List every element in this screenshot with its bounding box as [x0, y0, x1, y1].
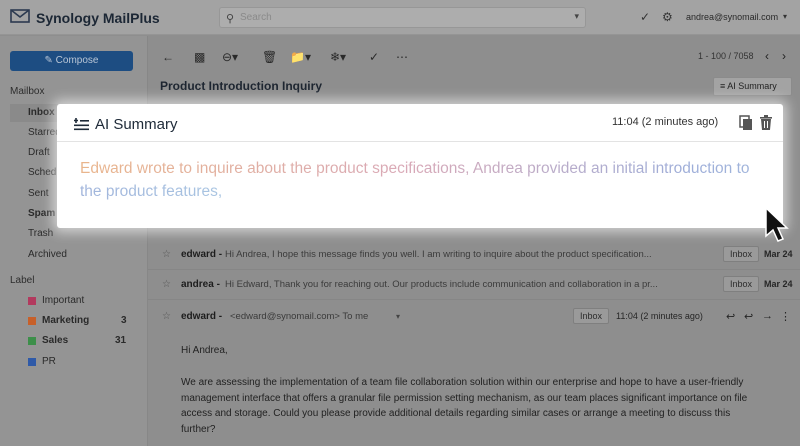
sidebar-item-starred[interactable]: Starred — [28, 127, 61, 138]
archive-icon[interactable]: ▩ — [194, 50, 205, 64]
mailbox-header: Mailbox — [10, 86, 45, 97]
search-options-chevron-icon[interactable]: ▾ — [574, 11, 579, 22]
inbox-tag: Inbox — [723, 276, 760, 292]
thread-subject: Product Introduction Inquiry — [160, 79, 322, 93]
label-name: PR — [42, 356, 56, 367]
mouse-pointer-icon — [765, 206, 789, 242]
label-color-swatch — [28, 297, 36, 305]
sidebar-item-inbox[interactable]: Inbox — [28, 107, 55, 118]
sidebar-item-draft[interactable]: Draft — [28, 147, 50, 158]
reply-all-icon[interactable]: ↩ — [744, 310, 753, 323]
label-name: Marketing — [42, 315, 90, 326]
mark-read-icon[interactable]: ✓ — [369, 50, 379, 64]
checklist-icon[interactable]: ✓ — [640, 10, 650, 24]
block-icon[interactable]: ⊖▾ — [222, 50, 238, 64]
message-row[interactable]: ☆ andrea - Hi Edward, Thank you for reac… — [148, 270, 800, 300]
copy-icon[interactable] — [739, 115, 753, 131]
forward-icon[interactable]: → — [762, 310, 773, 322]
message-body: We are assessing the implementation of a… — [181, 377, 748, 435]
label-name: Important — [42, 295, 85, 306]
account-email[interactable]: andrea@synomail.com — [686, 12, 778, 22]
trash-icon[interactable] — [759, 115, 773, 131]
label-color-swatch — [28, 358, 36, 366]
sidebar: ✎ Compose Mailbox Inbox Starred Draft Sc… — [0, 36, 148, 446]
message-snippet: Hi Edward, Thank you for reaching out. O… — [225, 279, 658, 290]
sidebar-item-sent[interactable]: Sent — [28, 188, 49, 199]
sidebar-item-trash[interactable]: Trash — [28, 228, 53, 239]
compose-label: Compose — [55, 55, 99, 66]
search-icon: ⚲ — [226, 13, 235, 25]
prev-page-icon[interactable]: ‹ — [765, 49, 769, 63]
tag-icon[interactable]: ❄▾ — [330, 50, 346, 64]
summary-list-icon — [74, 118, 89, 131]
label-header: Label — [10, 275, 35, 286]
message-greeting: Hi Andrea, — [181, 345, 228, 356]
recipients-chevron-icon[interactable]: ▾ — [396, 312, 400, 321]
sidebar-item-archived[interactable]: Archived — [28, 249, 67, 260]
search-box[interactable]: ⚲ Search ▾ — [219, 7, 586, 28]
more-icon[interactable]: ⋮ — [780, 310, 791, 323]
inbox-tag: Inbox — [723, 246, 760, 262]
account-chevron-icon[interactable]: ▾ — [783, 12, 787, 21]
star-icon[interactable]: ☆ — [162, 249, 171, 260]
star-icon[interactable]: ☆ — [162, 279, 171, 290]
message-snippet: Hi Andrea, I hope this message finds you… — [225, 249, 652, 260]
next-page-icon[interactable]: › — [782, 49, 786, 63]
label-count-sales: 31 — [115, 335, 127, 346]
label-color-swatch — [28, 317, 36, 325]
inbox-tag: Inbox — [573, 308, 610, 324]
open-message: ☆ edward - <edward@synomail.com> To me ▾… — [148, 302, 800, 446]
ai-summary-title: AI Summary — [95, 116, 178, 133]
move-folder-icon[interactable]: 📁▾ — [290, 50, 311, 64]
ai-summary-panel: AI Summary 11:04 (2 minutes ago) Edward … — [57, 104, 783, 228]
message-time: 11:04 (2 minutes ago) — [616, 311, 703, 321]
mail-logo-icon — [10, 9, 30, 23]
more-icon[interactable]: ⋯ — [396, 50, 408, 64]
message-date: Mar 24 — [764, 249, 793, 259]
message-row[interactable]: ☆ edward - Hi Andrea, I hope this messag… — [148, 240, 800, 270]
sidebar-item-spam[interactable]: Spam — [28, 208, 55, 219]
ai-summary-button[interactable]: ≡ AI Summary — [713, 77, 792, 96]
message-sender: andrea - — [181, 279, 220, 290]
ai-summary-time: 11:04 (2 minutes ago) — [612, 116, 719, 128]
ai-summary-header: AI Summary 11:04 (2 minutes ago) — [57, 104, 783, 142]
label-count-marketing: 3 — [121, 315, 127, 326]
label-name: Sales — [42, 335, 69, 346]
message-address: <edward@synomail.com> To me — [230, 311, 369, 322]
reply-icon[interactable]: ↩ — [726, 310, 735, 323]
pager-text: 1 - 100 / 7058 — [698, 51, 754, 61]
star-icon[interactable]: ☆ — [162, 311, 171, 322]
top-bar: Synology MailPlus ⚲ Search ▾ ✓ ⚙ andrea@… — [0, 0, 800, 35]
label-color-swatch — [28, 337, 36, 345]
back-arrow-icon[interactable]: ← — [162, 50, 174, 64]
ai-summary-text-content: Edward wrote to inquire about the produc… — [80, 160, 750, 200]
ai-summary-button-label: AI Summary — [727, 81, 777, 91]
message-sender: edward - — [181, 311, 223, 322]
message-date: Mar 24 — [764, 279, 793, 289]
ai-summary-text: Edward wrote to inquire about the produc… — [80, 157, 750, 203]
compose-button[interactable]: ✎ Compose — [10, 51, 133, 71]
search-input[interactable]: Search — [240, 12, 272, 23]
gear-icon[interactable]: ⚙ — [662, 10, 673, 24]
message-sender: edward - — [181, 249, 223, 260]
app-title: Synology MailPlus — [36, 10, 160, 26]
delete-icon[interactable]: 🗑 — [262, 50, 277, 64]
